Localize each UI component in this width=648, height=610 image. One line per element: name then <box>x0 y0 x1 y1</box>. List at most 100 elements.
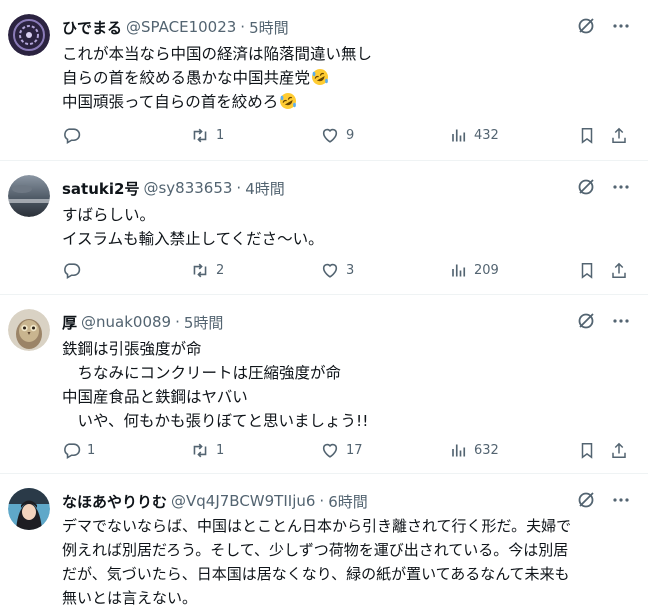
tweet-header: 厚 @nuak0089 · 5時間 <box>62 311 223 333</box>
repost-button[interactable]: 1 <box>190 441 224 460</box>
views-icon <box>450 126 468 145</box>
bookmark-button[interactable] <box>578 261 596 280</box>
bookmark-button[interactable] <box>578 126 596 145</box>
tweet-4[interactable]: なほあやりりむ @Vq4J7BCW9TIIju6 · 6時間 デマでないならば、… <box>0 474 648 610</box>
more-icon[interactable] <box>612 17 630 35</box>
tweet-top-icons <box>576 16 630 36</box>
avatar[interactable] <box>8 488 50 530</box>
share-button[interactable] <box>610 126 628 145</box>
tweet-1[interactable]: ひでまる @SPACE10023 · 5時間 これが本当なら中国の経済は陥落間違… <box>0 0 648 161</box>
tweet-line: 鉄鋼は引張強度が命 <box>62 340 202 358</box>
separator-dot: · <box>319 492 325 510</box>
like-button[interactable]: 17 <box>320 441 363 460</box>
repost-icon <box>190 261 210 280</box>
rolling-on-floor-laughing-emoji <box>311 68 329 86</box>
tweet-line: これが本当なら中国の経済は陥落間違い無し <box>62 45 373 63</box>
user-handle[interactable]: @SPACE10023 <box>126 18 236 36</box>
repost-icon <box>190 126 210 145</box>
separator-dot: · <box>175 313 180 331</box>
repost-count: 1 <box>216 442 225 458</box>
grok-icon[interactable] <box>576 177 596 197</box>
user-handle[interactable]: @nuak0089 <box>81 313 171 331</box>
like-count: 3 <box>346 262 355 278</box>
share-icon <box>610 126 628 145</box>
tweet-line: デマでないならば、中国はとことん日本から引き離されて行く形だ。夫婦で <box>62 517 572 535</box>
share-icon <box>610 441 628 460</box>
like-icon <box>320 126 340 145</box>
reply-button[interactable] <box>62 261 87 280</box>
display-name[interactable]: なほあやりりむ <box>62 491 167 512</box>
more-icon[interactable] <box>612 178 630 196</box>
views-button[interactable]: 632 <box>450 441 499 460</box>
tweet-text: すばらしい。イスラムも輸入禁止してくださ〜い。 <box>62 203 324 251</box>
repost-button[interactable]: 2 <box>190 261 224 280</box>
tweet-header: なほあやりりむ @Vq4J7BCW9TIIju6 · 6時間 <box>62 490 368 512</box>
tweet-header: ひでまる @SPACE10023 · 5時間 <box>62 16 289 38</box>
like-button[interactable]: 9 <box>320 126 354 145</box>
timestamp[interactable]: 5時間 <box>249 17 289 38</box>
share-button[interactable] <box>610 261 628 280</box>
share-icon <box>610 261 628 280</box>
action-bar: 1 1 17 632 <box>62 437 632 463</box>
views-icon <box>450 261 468 280</box>
views-icon <box>450 441 468 460</box>
more-icon[interactable] <box>612 312 630 330</box>
tweet-3[interactable]: 厚 @nuak0089 · 5時間 鉄鋼は引張強度が命 ちなみにコンクリートは圧… <box>0 295 648 474</box>
tweet-line: ちなみにコンクリートは圧縮強度が命 <box>62 364 342 382</box>
reply-button[interactable]: 1 <box>62 441 95 460</box>
display-name[interactable]: ひでまる <box>62 17 122 38</box>
reply-button[interactable] <box>62 126 87 145</box>
tweet-line: 例えれば別居だろう。そして、少しずつ荷物を運び出されている。今は別居 <box>62 541 569 559</box>
tweet-top-icons <box>576 490 630 510</box>
tweet-line: いや、何もかも張りぼてと思いましょう!! <box>62 412 369 430</box>
rolling-on-floor-laughing-emoji <box>279 92 297 110</box>
tweet-line: すばらしい。 <box>62 206 156 224</box>
tweet-line: イスラムも輸入禁止してくださ〜い。 <box>62 230 324 248</box>
avatar[interactable] <box>8 175 50 217</box>
tweet-text: 鉄鋼は引張強度が命 ちなみにコンクリートは圧縮強度が命 中国産食品と鉄鋼はヤバい … <box>62 337 368 433</box>
action-bar: 1 9 432 <box>62 122 632 148</box>
tweet-line: 中国頑張って自らの首を絞めろ <box>62 90 372 114</box>
tweet-2[interactable]: satuki2号 @sy833653 · 4時間 すばらしい。イスラムも輸入禁止… <box>0 161 648 295</box>
tweet-text: これが本当なら中国の経済は陥落間違い無し自らの首を絞める愚かな中国共産党 中国頑張… <box>62 42 372 114</box>
grok-icon[interactable] <box>576 490 596 510</box>
views-button[interactable]: 209 <box>450 261 499 280</box>
reply-icon <box>62 261 81 280</box>
action-bar: 2 3 209 <box>62 257 632 283</box>
views-count: 632 <box>474 442 499 458</box>
repost-count: 2 <box>216 262 225 278</box>
views-button[interactable]: 432 <box>450 126 499 145</box>
views-count: 432 <box>474 127 499 143</box>
user-handle[interactable]: @sy833653 <box>143 179 232 197</box>
tweet-line: 無いとは言えない。 <box>62 589 198 607</box>
tweet-header: satuki2号 @sy833653 · 4時間 <box>62 177 285 199</box>
display-name[interactable]: satuki2号 <box>62 178 139 199</box>
bookmark-icon <box>578 261 596 280</box>
grok-icon[interactable] <box>576 16 596 36</box>
timestamp[interactable]: 4時間 <box>245 178 285 199</box>
tweet-line: 中国産食品と鉄鋼はヤバい <box>62 388 248 406</box>
user-handle[interactable]: @Vq4J7BCW9TIIju6 <box>171 492 315 510</box>
repost-count: 1 <box>216 127 225 143</box>
separator-dot: · <box>240 18 246 36</box>
tweet-line: 自らの首を絞める愚かな中国共産党 <box>62 66 372 90</box>
like-icon <box>320 261 340 280</box>
avatar[interactable] <box>8 309 50 351</box>
more-icon[interactable] <box>612 491 630 509</box>
timeline: ひでまる @SPACE10023 · 5時間 これが本当なら中国の経済は陥落間違… <box>0 0 648 610</box>
bookmark-button[interactable] <box>578 441 596 460</box>
avatar[interactable] <box>8 14 50 56</box>
like-icon <box>320 441 340 460</box>
grok-icon[interactable] <box>576 311 596 331</box>
tweet-line: だが、気づいたら、日本国は居なくなり、緑の紙が置いてあるなんて未来も <box>62 565 570 583</box>
bookmark-icon <box>578 441 596 460</box>
bookmark-icon <box>578 126 596 145</box>
tweet-text: デマでないならば、中国はとことん日本から引き離されて行く形だ。夫婦で 例えれば別居… <box>62 514 571 610</box>
like-button[interactable]: 3 <box>320 261 354 280</box>
share-button[interactable] <box>610 441 628 460</box>
repost-icon <box>190 441 210 460</box>
timestamp[interactable]: 6時間 <box>328 491 368 512</box>
repost-button[interactable]: 1 <box>190 126 224 145</box>
display-name[interactable]: 厚 <box>62 312 77 333</box>
timestamp[interactable]: 5時間 <box>184 312 224 333</box>
